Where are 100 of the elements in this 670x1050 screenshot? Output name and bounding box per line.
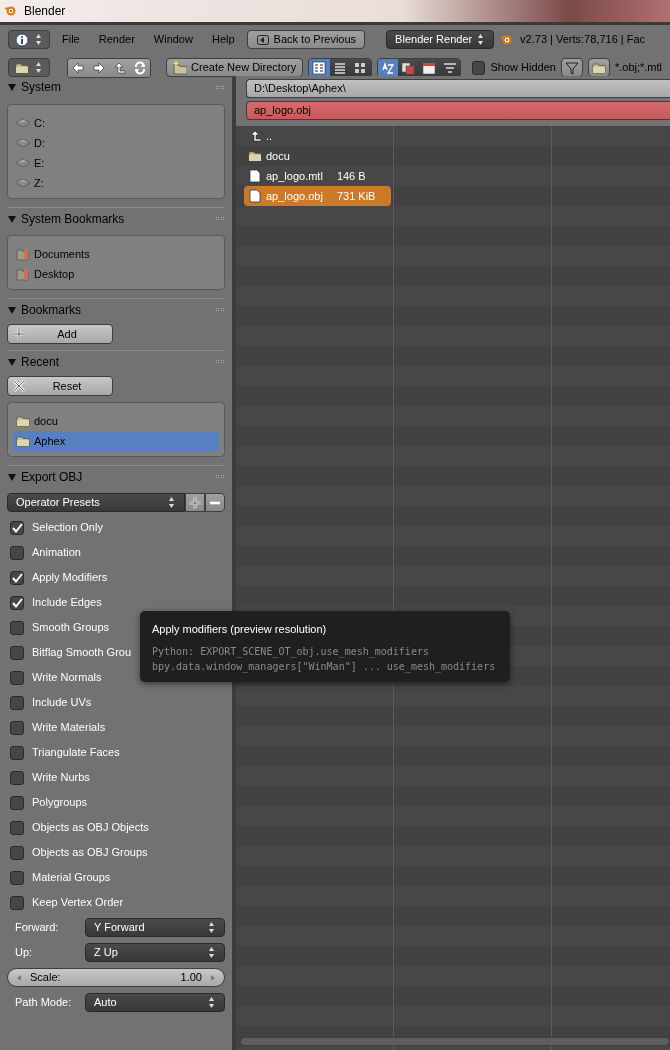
back-to-previous-button[interactable]: Back to Previous: [246, 30, 366, 49]
scene-stats: v2.73 | Verts:78,716 | Fac: [520, 32, 646, 48]
menu-item[interactable]: Render: [91, 31, 142, 48]
refresh-button[interactable]: [129, 58, 151, 77]
checkbox-label: Polygroups: [32, 795, 88, 811]
recent-item[interactable]: Aphex: [13, 431, 219, 451]
number-field[interactable]: Scale: 1.00: [7, 968, 225, 987]
collapse-triangle-icon: [7, 82, 17, 92]
show-hidden-checkbox[interactable]: [471, 60, 486, 75]
display-mode-button[interactable]: [309, 58, 330, 77]
recent-item[interactable]: docu: [13, 411, 219, 431]
field-label: Path Mode:: [14, 995, 73, 1011]
drag-handle-icon[interactable]: [215, 307, 225, 312]
checkbox-label: Write Nurbs: [32, 770, 90, 786]
remove-preset-button[interactable]: [205, 493, 225, 512]
checkbox-label: Objects as OBJ Groups: [32, 845, 148, 861]
grid-icon: [353, 60, 368, 75]
drag-handle-icon[interactable]: [215, 216, 225, 221]
dropdown[interactable]: Z Up: [85, 943, 225, 962]
calendar-icon: [422, 60, 436, 75]
directory-entry[interactable]: ..: [244, 126, 391, 146]
checkbox-label: Triangulate Faces: [32, 745, 120, 761]
drag-handle-icon[interactable]: [215, 474, 225, 479]
display-mode-button[interactable]: [329, 58, 351, 77]
create-directory-button[interactable]: Create New Directory: [166, 58, 304, 77]
checkbox[interactable]: [10, 820, 24, 835]
menu-item[interactable]: File: [55, 31, 87, 48]
reset-button[interactable]: Reset: [7, 376, 113, 396]
dropdown[interactable]: Auto: [85, 993, 225, 1012]
menu-item[interactable]: Window: [146, 31, 200, 48]
editor-type-button[interactable]: [8, 30, 50, 49]
drive-item[interactable]: C:: [34, 114, 45, 132]
directory-path-field[interactable]: D:\Desktop\Aphex\: [246, 79, 670, 98]
directory-entry[interactable]: ap_logo.mtl 146 B: [244, 166, 391, 186]
tooltip-title: Apply modifiers (preview resolution): [152, 622, 328, 637]
checkbox[interactable]: [10, 795, 24, 810]
parent-directory-icon: [248, 129, 262, 143]
right-arrow-icon: [210, 973, 216, 982]
drive-item[interactable]: Z:: [34, 174, 44, 192]
panel-title: Bookmarks: [21, 301, 82, 319]
checkbox-label: Show Hidden: [490, 60, 556, 76]
back-arrow-button[interactable]: [68, 58, 89, 77]
checkbox[interactable]: [10, 620, 24, 635]
updown-arrows-icon: [33, 60, 43, 75]
checkbox[interactable]: [10, 520, 24, 535]
drag-handle-icon[interactable]: [215, 84, 225, 90]
directory-entry[interactable]: docu: [244, 146, 391, 166]
new-folder-icon: [173, 60, 188, 75]
add-preset-button[interactable]: [185, 493, 205, 512]
checkbox[interactable]: [10, 845, 24, 860]
plus-icon: [188, 495, 202, 510]
bookmark-item[interactable]: Documents: [34, 245, 90, 263]
checkbox-label: Keep Vertex Order: [32, 895, 124, 911]
sort-button[interactable]: [439, 58, 460, 77]
drag-handle-icon[interactable]: [215, 359, 225, 364]
panel-title: Export OBJ: [21, 468, 83, 486]
checkbox[interactable]: [10, 595, 24, 610]
checkbox[interactable]: [10, 770, 24, 785]
sort-button[interactable]: [377, 58, 399, 77]
drive-item[interactable]: D:: [34, 134, 45, 152]
checkbox-label: Include UVs: [32, 695, 92, 711]
drive-item[interactable]: E:: [34, 154, 45, 172]
horizontal-scrollbar[interactable]: [240, 1037, 670, 1046]
check-icon: [11, 596, 23, 609]
field-label: Up:: [14, 945, 34, 961]
check-icon: [11, 571, 23, 584]
checkbox[interactable]: [10, 545, 24, 560]
list-icon: [312, 60, 327, 75]
checkbox[interactable]: [10, 870, 24, 885]
filename-field[interactable]: ap_logo.obj: [246, 101, 670, 120]
file-icon: [248, 189, 262, 203]
checkbox[interactable]: [10, 670, 24, 685]
checkbox[interactable]: [10, 895, 24, 910]
file-type-icon: [401, 60, 416, 75]
menu-item[interactable]: Help: [204, 31, 242, 48]
display-type-button[interactable]: [8, 58, 50, 77]
collapse-triangle-icon: [7, 471, 17, 482]
drive-icon: [16, 156, 30, 170]
parent-directory-icon: [112, 60, 127, 75]
presets-dropdown[interactable]: Operator Presets: [7, 493, 185, 512]
bookmark-item[interactable]: Desktop: [34, 265, 75, 283]
folder-icon: [15, 60, 29, 75]
add-button[interactable]: Add: [7, 324, 113, 344]
dropdown[interactable]: Y Forward: [85, 918, 225, 937]
render-engine-dropdown[interactable]: Blender Render: [386, 30, 495, 49]
sort-button[interactable]: [398, 58, 419, 77]
bookmark-folder-icon: [16, 247, 30, 261]
panel-title: System Bookmarks: [21, 210, 125, 228]
checkbox[interactable]: [10, 695, 24, 710]
checkbox[interactable]: [10, 720, 24, 735]
refresh-icon: [132, 60, 147, 75]
checkbox[interactable]: [10, 645, 24, 660]
checkbox-label: Write Materials: [32, 720, 106, 736]
checkbox-label: Write Normals: [32, 670, 102, 686]
folder-icon: [248, 149, 262, 163]
folder-icon: [16, 414, 30, 428]
display-mode-button[interactable]: [350, 58, 371, 77]
checkbox[interactable]: [10, 745, 24, 760]
checkbox[interactable]: [10, 570, 24, 585]
filter-text: *.obj;*.mtl: [614, 60, 662, 76]
